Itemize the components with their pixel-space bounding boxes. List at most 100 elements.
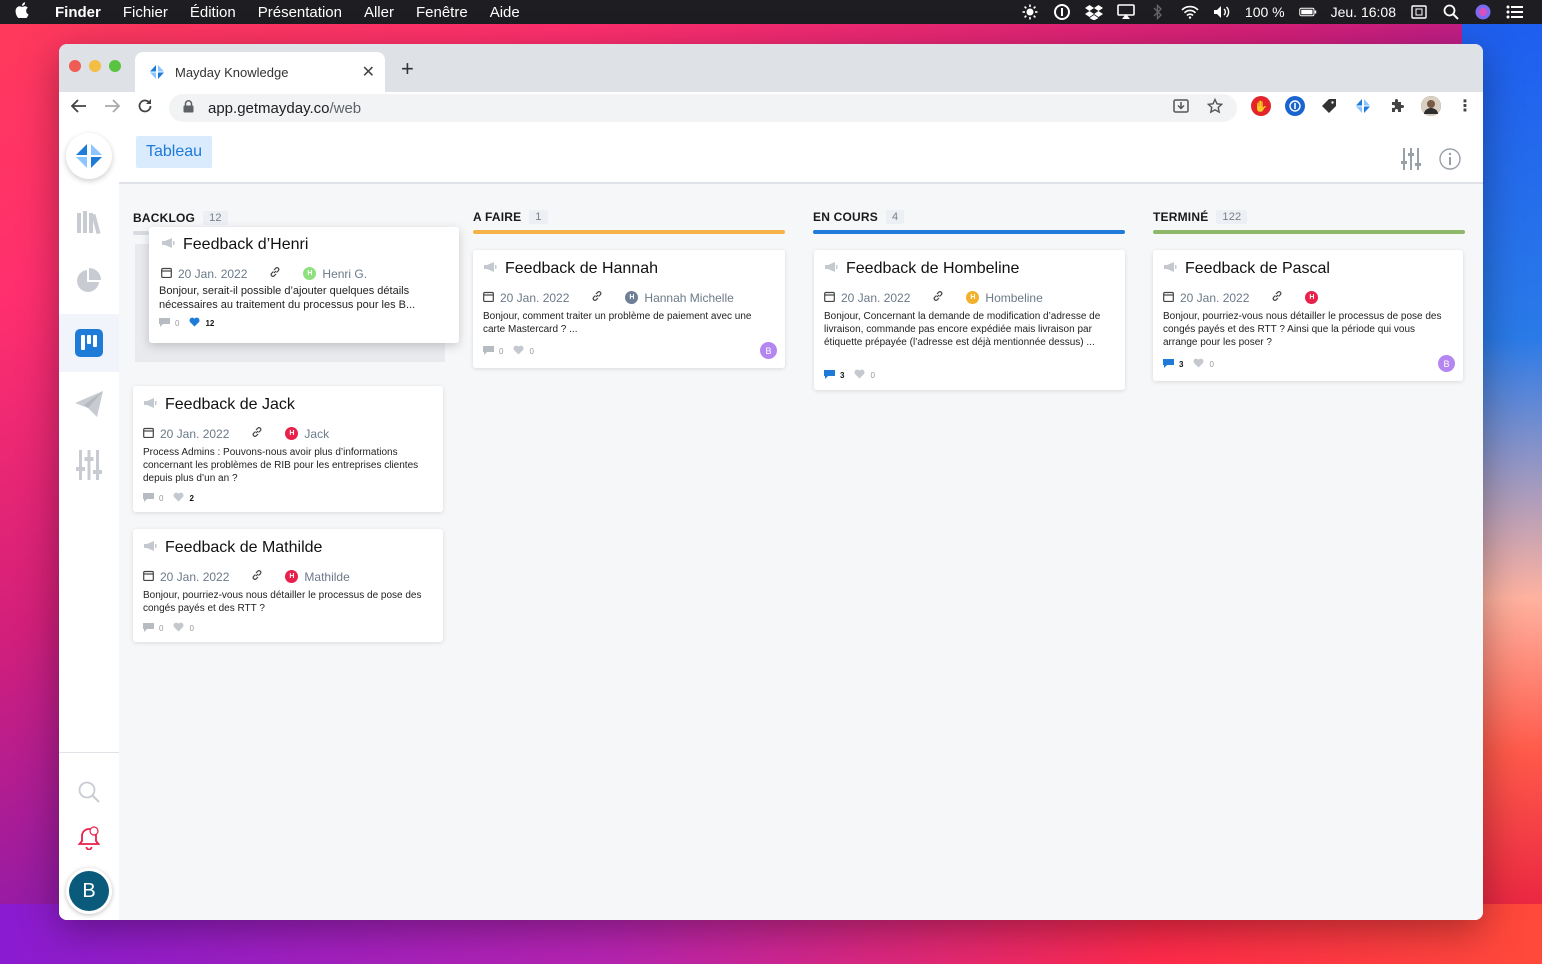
megaphone-icon bbox=[824, 260, 838, 278]
onepassword-extension-icon[interactable] bbox=[1285, 96, 1305, 116]
mayday-extension-icon[interactable] bbox=[1353, 96, 1373, 116]
brightness-status-icon[interactable] bbox=[1021, 4, 1039, 20]
forward-icon[interactable] bbox=[95, 98, 128, 118]
menu-presentation[interactable]: Présentation bbox=[247, 4, 353, 21]
link-icon[interactable] bbox=[251, 569, 263, 584]
author-avatar: H bbox=[285, 570, 299, 583]
address-bar[interactable]: app.getmayday.co /web bbox=[169, 94, 1237, 122]
column-count: 4 bbox=[885, 210, 905, 224]
control-center-icon[interactable] bbox=[1506, 4, 1524, 20]
settings-sliders-icon[interactable] bbox=[73, 449, 105, 481]
macos-menu-bar: Finder Fichier Édition Présentation Alle… bbox=[0, 0, 1542, 24]
heart-icon[interactable] bbox=[189, 317, 200, 329]
tab-close-icon[interactable]: ✕ bbox=[362, 62, 375, 82]
menu-aide[interactable]: Aide bbox=[479, 4, 531, 21]
megaphone-icon bbox=[483, 260, 497, 278]
card-feedback-pascal[interactable]: Feedback de Pascal 20 Jan. 2022 H Bonjou… bbox=[1153, 250, 1463, 381]
back-icon[interactable] bbox=[62, 98, 95, 118]
heart-icon[interactable] bbox=[173, 622, 184, 634]
profile-avatar-icon[interactable] bbox=[1421, 96, 1441, 116]
search-icon[interactable] bbox=[73, 776, 105, 808]
comment-count: 0 bbox=[499, 346, 504, 356]
link-icon[interactable] bbox=[251, 426, 263, 441]
menu-fichier[interactable]: Fichier bbox=[112, 4, 179, 21]
analytics-pie-icon[interactable] bbox=[73, 264, 105, 296]
comment-icon bbox=[824, 369, 835, 381]
siri-icon[interactable] bbox=[1474, 4, 1492, 20]
wifi-status-icon[interactable] bbox=[1181, 4, 1199, 20]
comment-icon bbox=[159, 317, 170, 329]
screenshot-status-icon[interactable] bbox=[1410, 4, 1428, 20]
card-author: Hombeline bbox=[985, 290, 1043, 305]
browser-tab-mayday[interactable]: Mayday Knowledge ✕ bbox=[135, 52, 385, 92]
heart-icon[interactable] bbox=[854, 369, 865, 381]
zoom-window-button[interactable] bbox=[109, 60, 121, 72]
card-body: Bonjour, Concernant la demande de modifi… bbox=[824, 311, 1101, 348]
board-kanban-icon[interactable] bbox=[73, 327, 105, 359]
heart-icon[interactable] bbox=[1193, 358, 1204, 370]
spotlight-search-icon[interactable] bbox=[1442, 4, 1460, 20]
apple-menu-icon[interactable] bbox=[0, 2, 44, 22]
browser-menu-icon[interactable]: ⋮ bbox=[1455, 96, 1475, 116]
mayday-logo[interactable] bbox=[66, 133, 112, 179]
comment-count: 0 bbox=[175, 318, 180, 328]
assignee-avatar[interactable]: B bbox=[760, 342, 777, 359]
puzzle-extensions-icon[interactable] bbox=[1387, 96, 1407, 116]
author-avatar: H bbox=[285, 427, 299, 440]
airplay-status-icon[interactable] bbox=[1117, 4, 1135, 20]
megaphone-icon bbox=[161, 236, 175, 254]
menu-aller[interactable]: Aller bbox=[353, 4, 405, 21]
reload-icon[interactable] bbox=[128, 98, 161, 119]
menubar-clock[interactable]: Jeu. 16:08 bbox=[1331, 4, 1396, 20]
battery-icon[interactable] bbox=[1298, 4, 1317, 20]
link-icon[interactable] bbox=[591, 290, 603, 305]
calendar-icon bbox=[1163, 291, 1174, 305]
new-tab-button[interactable]: + bbox=[401, 56, 414, 82]
onepassword-status-icon[interactable] bbox=[1053, 4, 1071, 20]
column-title: TERMINÉ bbox=[1153, 210, 1209, 224]
card-feedback-hannah[interactable]: Feedback de Hannah 20 Jan. 2022 H Hannah… bbox=[473, 250, 785, 368]
notifications-bell-icon[interactable] bbox=[73, 822, 105, 854]
assignee-avatar[interactable]: B bbox=[1438, 355, 1455, 372]
calendar-icon bbox=[143, 570, 154, 584]
dropbox-status-icon[interactable] bbox=[1084, 4, 1103, 20]
card-title: Feedback d’Henri bbox=[183, 236, 309, 253]
knowledge-library-icon[interactable] bbox=[73, 206, 105, 238]
install-app-icon[interactable] bbox=[1173, 98, 1189, 118]
link-icon[interactable] bbox=[932, 290, 944, 305]
lock-icon[interactable] bbox=[183, 99, 194, 117]
column-count: 122 bbox=[1216, 210, 1248, 224]
column-title: EN COURS bbox=[813, 210, 878, 224]
send-plane-icon[interactable] bbox=[73, 388, 105, 420]
card-feedback-jack[interactable]: Feedback de Jack 20 Jan. 2022 H Jack Pro… bbox=[133, 386, 443, 512]
comment-icon bbox=[143, 492, 154, 504]
heart-icon[interactable] bbox=[173, 492, 184, 504]
calendar-icon bbox=[824, 291, 835, 305]
card-feedback-henri[interactable]: Feedback d’Henri 20 Jan. 2022 H Henri G.… bbox=[149, 227, 459, 343]
extensions-bar: ✋ ⋮ bbox=[1251, 96, 1475, 116]
tag-extension-icon[interactable] bbox=[1319, 96, 1339, 116]
adblock-extension-icon[interactable]: ✋ bbox=[1251, 96, 1271, 116]
comment-count: 0 bbox=[159, 623, 164, 633]
bluetooth-status-icon[interactable] bbox=[1149, 4, 1167, 20]
card-feedback-hombeline[interactable]: Feedback de Hombeline 20 Jan. 2022 H Hom… bbox=[814, 250, 1125, 390]
card-feedback-mathilde[interactable]: Feedback de Mathilde 20 Jan. 2022 H Math… bbox=[133, 529, 443, 642]
volume-status-icon[interactable] bbox=[1213, 4, 1231, 20]
link-icon[interactable] bbox=[1271, 290, 1283, 305]
menu-fenetre[interactable]: Fenêtre bbox=[405, 4, 479, 21]
filter-sliders-icon[interactable] bbox=[1401, 148, 1421, 175]
link-icon[interactable] bbox=[269, 266, 281, 281]
card-author: Mathilde bbox=[304, 569, 350, 584]
close-window-button[interactable] bbox=[69, 60, 81, 72]
heart-icon[interactable] bbox=[513, 345, 524, 357]
tab-tableau[interactable]: Tableau bbox=[136, 136, 213, 168]
bookmark-star-icon[interactable] bbox=[1206, 97, 1224, 118]
card-title: Feedback de Mathilde bbox=[165, 539, 323, 556]
minimize-window-button[interactable] bbox=[89, 60, 101, 72]
menu-app-name[interactable]: Finder bbox=[44, 4, 112, 21]
menu-edition[interactable]: Édition bbox=[179, 4, 247, 21]
user-avatar[interactable]: B bbox=[66, 868, 112, 914]
card-body: Bonjour, comment traiter un problème de … bbox=[483, 311, 752, 335]
browser-toolbar: app.getmayday.co /web ✋ ⋮ bbox=[59, 92, 1483, 124]
info-icon[interactable] bbox=[1439, 148, 1461, 175]
